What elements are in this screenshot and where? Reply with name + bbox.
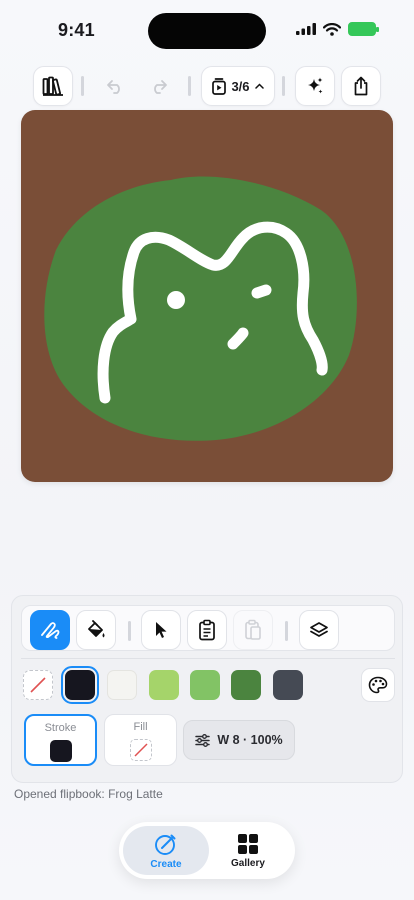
swatch-green[interactable]: [190, 670, 220, 700]
drawing-canvas[interactable]: [21, 110, 393, 482]
paint-bucket-icon: [88, 620, 105, 638]
nav-create[interactable]: Create: [123, 826, 209, 875]
paste-button[interactable]: [233, 610, 273, 650]
battery-icon: [348, 22, 379, 36]
signal-icon: [296, 23, 316, 35]
stroke-label: Stroke: [44, 722, 77, 734]
create-icon: [155, 834, 176, 855]
top-toolbar: 3/6: [33, 66, 381, 106]
fill-tool-button[interactable]: [76, 610, 116, 650]
clipboard-button[interactable]: [187, 610, 227, 650]
library-button[interactable]: [33, 66, 73, 106]
green-blob: [44, 176, 357, 441]
undo-icon: [107, 80, 120, 94]
frame-counter: 3/6: [231, 78, 250, 94]
frog-eye: [167, 291, 185, 309]
chevron-up-icon: [254, 83, 264, 89]
brush-settings-label: W 8 · 100%: [217, 733, 283, 747]
toolbar-divider: [81, 76, 84, 96]
share-icon: [354, 76, 368, 96]
clipboard-icon: [199, 619, 215, 641]
nav-gallery-label: Gallery: [231, 857, 265, 869]
no-color-icon: [133, 743, 148, 757]
frame-selector-button[interactable]: 3/6: [201, 66, 275, 106]
color-swatches: [23, 666, 395, 704]
share-button[interactable]: [341, 66, 381, 106]
dynamic-island: [148, 13, 266, 49]
tool-row: [21, 605, 395, 651]
swatch-slate[interactable]: [273, 670, 303, 700]
swatch-light-green[interactable]: [149, 670, 179, 700]
swatch-dark-green[interactable]: [231, 670, 261, 700]
palette-icon: [368, 676, 388, 694]
swatch-none[interactable]: [23, 670, 53, 700]
frame-play-icon: [212, 77, 227, 95]
stroke-color-selector[interactable]: Stroke: [24, 714, 97, 766]
status-bar: 9:41: [0, 0, 414, 60]
paste-icon: [245, 619, 261, 640]
palette-button[interactable]: [361, 668, 395, 702]
tool-divider: [285, 621, 288, 641]
redo-button[interactable]: [139, 66, 179, 106]
sliders-icon: [195, 733, 211, 747]
nav-gallery[interactable]: Gallery: [205, 826, 291, 875]
panel-divider: [21, 658, 395, 659]
books-icon: [42, 76, 63, 96]
bottom-nav: Create Gallery: [119, 822, 295, 879]
nav-create-label: Create: [150, 858, 182, 870]
fill-color-chip: [129, 739, 152, 761]
draw-tool-button[interactable]: [30, 610, 70, 650]
stroke-color-chip: [49, 740, 72, 762]
canvas-drawing: [44, 176, 357, 441]
layers-icon: [310, 622, 328, 637]
undo-button[interactable]: [95, 66, 135, 106]
fill-color-selector[interactable]: Fill: [104, 714, 177, 766]
pen-squiggle-icon: [41, 622, 60, 639]
select-tool-button[interactable]: [141, 610, 181, 650]
wifi-icon: [323, 22, 341, 36]
magic-button[interactable]: [295, 66, 335, 106]
sparkles-icon: [308, 77, 323, 94]
status-icons: [296, 22, 379, 36]
status-time: 9:41: [58, 20, 95, 40]
fill-label: Fill: [133, 721, 148, 733]
status-message: Opened flipbook: Frog Latte: [14, 787, 163, 801]
brush-settings-button[interactable]: W 8 · 100%: [183, 720, 295, 760]
swatch-white[interactable]: [107, 670, 137, 700]
tool-divider: [128, 621, 131, 641]
grid-icon: [238, 833, 258, 854]
layers-button[interactable]: [299, 610, 339, 650]
no-color-icon: [30, 677, 46, 693]
swatch-black[interactable]: [61, 666, 99, 704]
toolbar-divider: [282, 76, 285, 96]
toolbar-divider: [188, 76, 191, 96]
cursor-arrow-icon: [156, 622, 167, 638]
redo-icon: [154, 80, 167, 94]
tools-panel: Stroke Fill W 8 · 100%: [11, 595, 403, 783]
